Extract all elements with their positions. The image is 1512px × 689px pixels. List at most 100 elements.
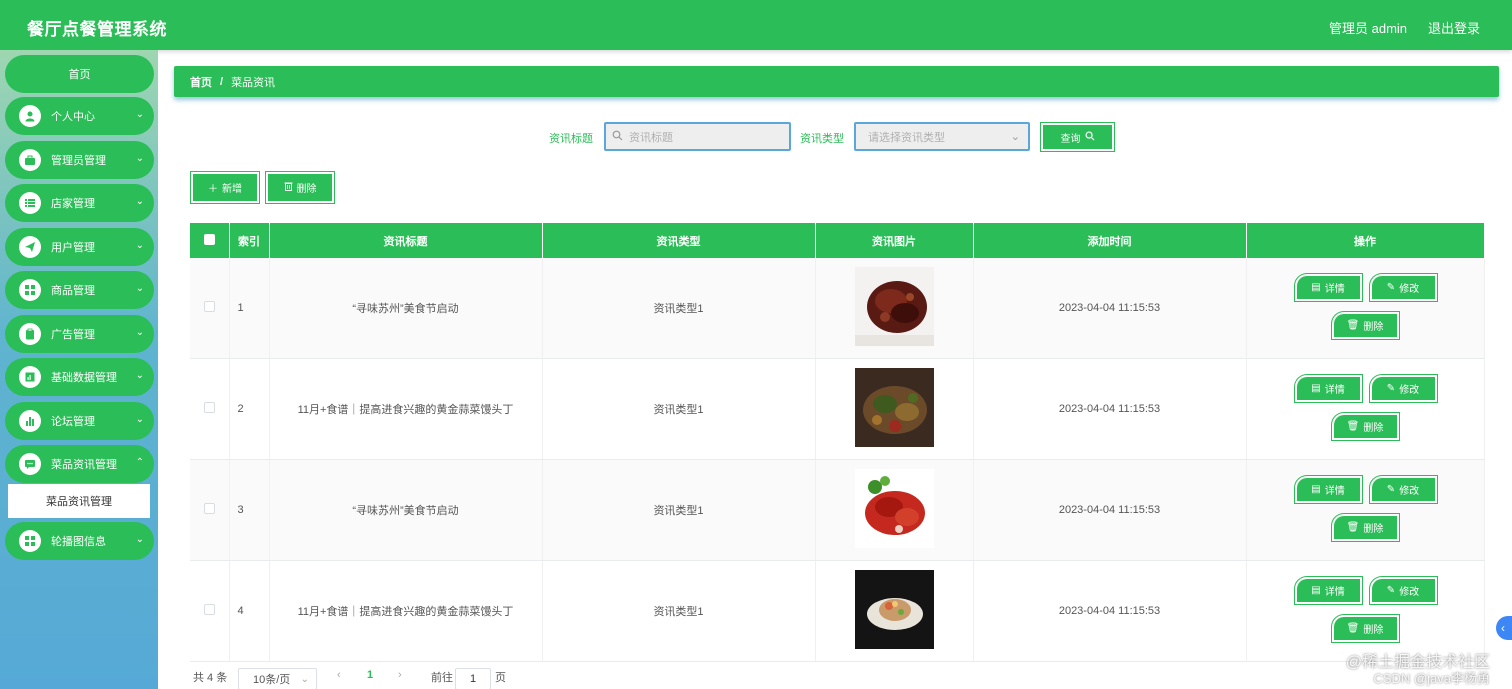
edit-button[interactable]: ✎ 修改: [1368, 576, 1438, 605]
sidebar-item-home[interactable]: 首页: [5, 55, 154, 93]
news-table: 索引 资讯标题 资讯类型 资讯图片 添加时间 操作 1 “寻味苏州”美食节启动 …: [190, 223, 1485, 662]
detail-label: 详情: [1324, 486, 1345, 497]
sidebar-item-personal-center[interactable]: 个人中心 ⌄: [5, 97, 154, 135]
trash-icon: 🗑: [1346, 421, 1360, 432]
sidebar-item-carousel-info[interactable]: 轮播图信息 ⌄: [5, 522, 154, 560]
column-header: 资讯图片: [815, 223, 974, 258]
row-checkbox[interactable]: [203, 604, 215, 615]
app-title: 餐厅点餐管理系统: [27, 20, 167, 39]
chevron-down-icon: ⌄: [300, 673, 309, 685]
next-page-button[interactable]: ›: [398, 669, 402, 689]
row-actions: ▤ 详情 ✎ 修改 🗑 删除: [1246, 560, 1485, 662]
sidebar-item-product-management[interactable]: 商品管理 ⌄: [5, 271, 154, 309]
document-icon: ▤: [1311, 585, 1321, 596]
pencil-icon: ✎: [1386, 282, 1396, 293]
row-type: 资讯类型1: [542, 358, 816, 460]
sidebar-item-label: 广告管理: [51, 329, 95, 341]
edit-button[interactable]: ✎ 修改: [1368, 273, 1438, 302]
column-header: 操作: [1246, 223, 1485, 258]
row-checkbox[interactable]: [203, 301, 215, 312]
chat-icon: [19, 453, 41, 475]
chevron-down-icon: ⌄: [135, 414, 144, 425]
row-time: 2023-04-04 11:15:53: [973, 258, 1247, 359]
row-time: 2023-04-04 11:15:53: [973, 459, 1247, 561]
sidebar-item-store-management[interactable]: 店家管理 ⌄: [5, 184, 154, 222]
chevron-down-icon: ⌄: [135, 153, 144, 164]
edit-button[interactable]: ✎ 修改: [1368, 475, 1438, 504]
row-checkbox[interactable]: [203, 402, 215, 413]
sidebar-item-dish-news-management[interactable]: 菜品资讯管理 ⌃: [5, 445, 154, 483]
chevron-down-icon: ⌄: [135, 283, 144, 294]
sidebar-item-base-data-management[interactable]: 基础数据管理 ⌄: [5, 358, 154, 396]
query-button-label: 查询: [1060, 133, 1081, 145]
row-title: “寻味苏州”美食节启动: [269, 258, 543, 359]
select-all-header: [190, 223, 230, 258]
sidebar-item-label: 首页: [68, 69, 91, 81]
sidebar-item-user-management[interactable]: 用户管理 ⌄: [5, 228, 154, 266]
goto-page-input[interactable]: 1: [455, 668, 491, 689]
sidebar-item-label: 商品管理: [51, 285, 95, 297]
batch-delete-button[interactable]: 删除: [265, 171, 335, 204]
sidebar-item-label: 管理员管理: [51, 155, 106, 167]
breadcrumb-current: 菜品资讯: [231, 76, 276, 89]
detail-button[interactable]: ▤ 详情: [1293, 374, 1363, 403]
prev-page-button[interactable]: ‹: [337, 669, 341, 689]
table-row: 1 “寻味苏州”美食节启动 资讯类型1 2023-04-04 11:15:53: [190, 258, 1485, 359]
collapse-side-button[interactable]: ‹: [1496, 616, 1512, 640]
row-index: 2: [229, 358, 270, 460]
chevron-down-icon: ⌄: [135, 240, 144, 251]
sidebar-item-ad-management[interactable]: 广告管理 ⌄: [5, 315, 154, 353]
page-size-value: 10条/页: [253, 674, 291, 686]
watermark-csdn: CSDN @java李杨勇: [1373, 671, 1491, 686]
row-index: 1: [229, 258, 270, 359]
delete-button[interactable]: 🗑 删除: [1330, 513, 1400, 542]
news-image: [854, 368, 934, 447]
row-checkbox[interactable]: [203, 503, 215, 514]
chevron-down-icon: ⌄: [135, 370, 144, 381]
breadcrumb: 首页 / 菜品资讯: [174, 66, 1499, 97]
pencil-icon: ✎: [1386, 484, 1396, 495]
sidebar-item-admin-management[interactable]: 管理员管理 ⌄: [5, 141, 154, 179]
query-button[interactable]: 查询: [1040, 122, 1115, 152]
batch-delete-label: 删除: [296, 184, 317, 195]
row-title: “寻味苏州”美食节启动: [269, 459, 543, 561]
page-number-current[interactable]: 1: [367, 669, 373, 689]
column-header: 索引: [229, 223, 270, 258]
detail-button[interactable]: ▤ 详情: [1293, 475, 1363, 504]
title-search-input[interactable]: 资讯标题: [604, 122, 791, 151]
delete-label: 删除: [1363, 423, 1384, 434]
pagination-total: 共 4 条: [193, 672, 228, 684]
logout-link[interactable]: 退出登录: [1428, 18, 1480, 37]
sidebar-item-forum-management[interactable]: 论坛管理 ⌄: [5, 402, 154, 440]
row-title: 11月+食谱｜提高进食兴趣的黄金蒜菜馒头丁: [269, 358, 543, 460]
pencil-icon: ✎: [1386, 585, 1396, 596]
delete-button[interactable]: 🗑 删除: [1330, 311, 1400, 340]
delete-label: 删除: [1363, 322, 1384, 333]
breadcrumb-home[interactable]: 首页: [190, 74, 212, 90]
edit-button[interactable]: ✎ 修改: [1368, 374, 1438, 403]
page-size-select[interactable]: 10条/页 ⌄: [238, 668, 317, 689]
chevron-down-icon: ⌄: [135, 534, 144, 545]
title-filter-label: 资讯标题: [549, 133, 593, 145]
add-button[interactable]: ＋ 新增: [190, 171, 260, 204]
sidebar-item-label: 基础数据管理: [51, 372, 117, 384]
goto-label: 前往: [431, 672, 453, 684]
edit-label: 修改: [1399, 284, 1420, 295]
detail-button[interactable]: ▤ 详情: [1293, 273, 1363, 302]
detail-label: 详情: [1324, 284, 1345, 295]
delete-button[interactable]: 🗑 删除: [1330, 412, 1400, 441]
row-index: 3: [229, 459, 270, 561]
detail-button[interactable]: ▤ 详情: [1293, 576, 1363, 605]
row-select-cell: [190, 560, 230, 662]
sidebar-item-label: 轮播图信息: [51, 536, 106, 548]
delete-button[interactable]: 🗑 删除: [1330, 614, 1400, 643]
select-all-checkbox[interactable]: [203, 233, 215, 245]
row-title: 11月+食谱｜提高进食兴趣的黄金蒜菜馒头丁: [269, 560, 543, 662]
sidebar-subitem-dish-news[interactable]: 菜品资讯管理: [8, 484, 150, 518]
chevron-down-icon: ⌄: [1010, 131, 1020, 143]
column-header: 资讯类型: [542, 223, 816, 258]
row-image-cell: [815, 560, 974, 662]
search-icon: [1085, 131, 1095, 144]
type-select[interactable]: 请选择资讯类型 ⌄: [854, 122, 1030, 151]
top-header: 餐厅点餐管理系统 管理员 admin 退出登录: [0, 0, 1512, 50]
